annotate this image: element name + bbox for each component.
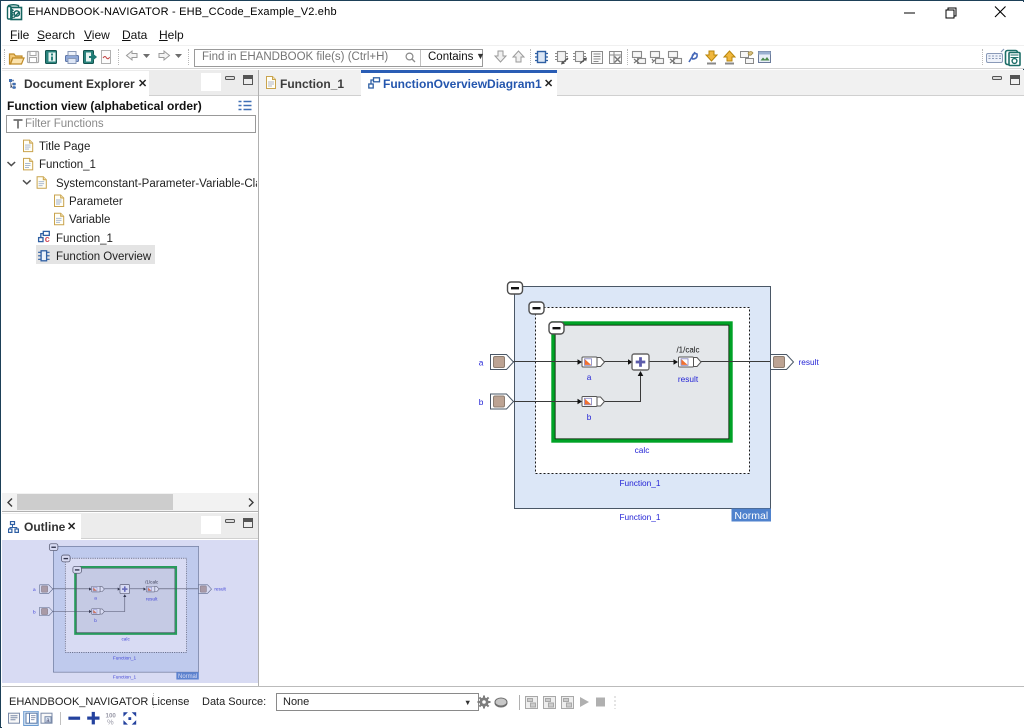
svg-text:Function_1: Function_1 bbox=[619, 512, 660, 522]
svg-text:b: b bbox=[587, 412, 592, 422]
svg-text:c: c bbox=[45, 234, 50, 244]
svg-text:result: result bbox=[799, 357, 820, 367]
svg-text:%: % bbox=[107, 718, 114, 727]
svg-text:/1/calc: /1/calc bbox=[676, 346, 699, 355]
svg-text:a: a bbox=[587, 372, 592, 382]
svg-text:b: b bbox=[479, 397, 484, 407]
svg-text:calc: calc bbox=[635, 445, 650, 455]
svg-text:Normal: Normal bbox=[734, 510, 768, 522]
svg-text:Function_1: Function_1 bbox=[619, 478, 660, 488]
svg-text:a: a bbox=[479, 358, 484, 368]
svg-text:result: result bbox=[678, 374, 699, 384]
